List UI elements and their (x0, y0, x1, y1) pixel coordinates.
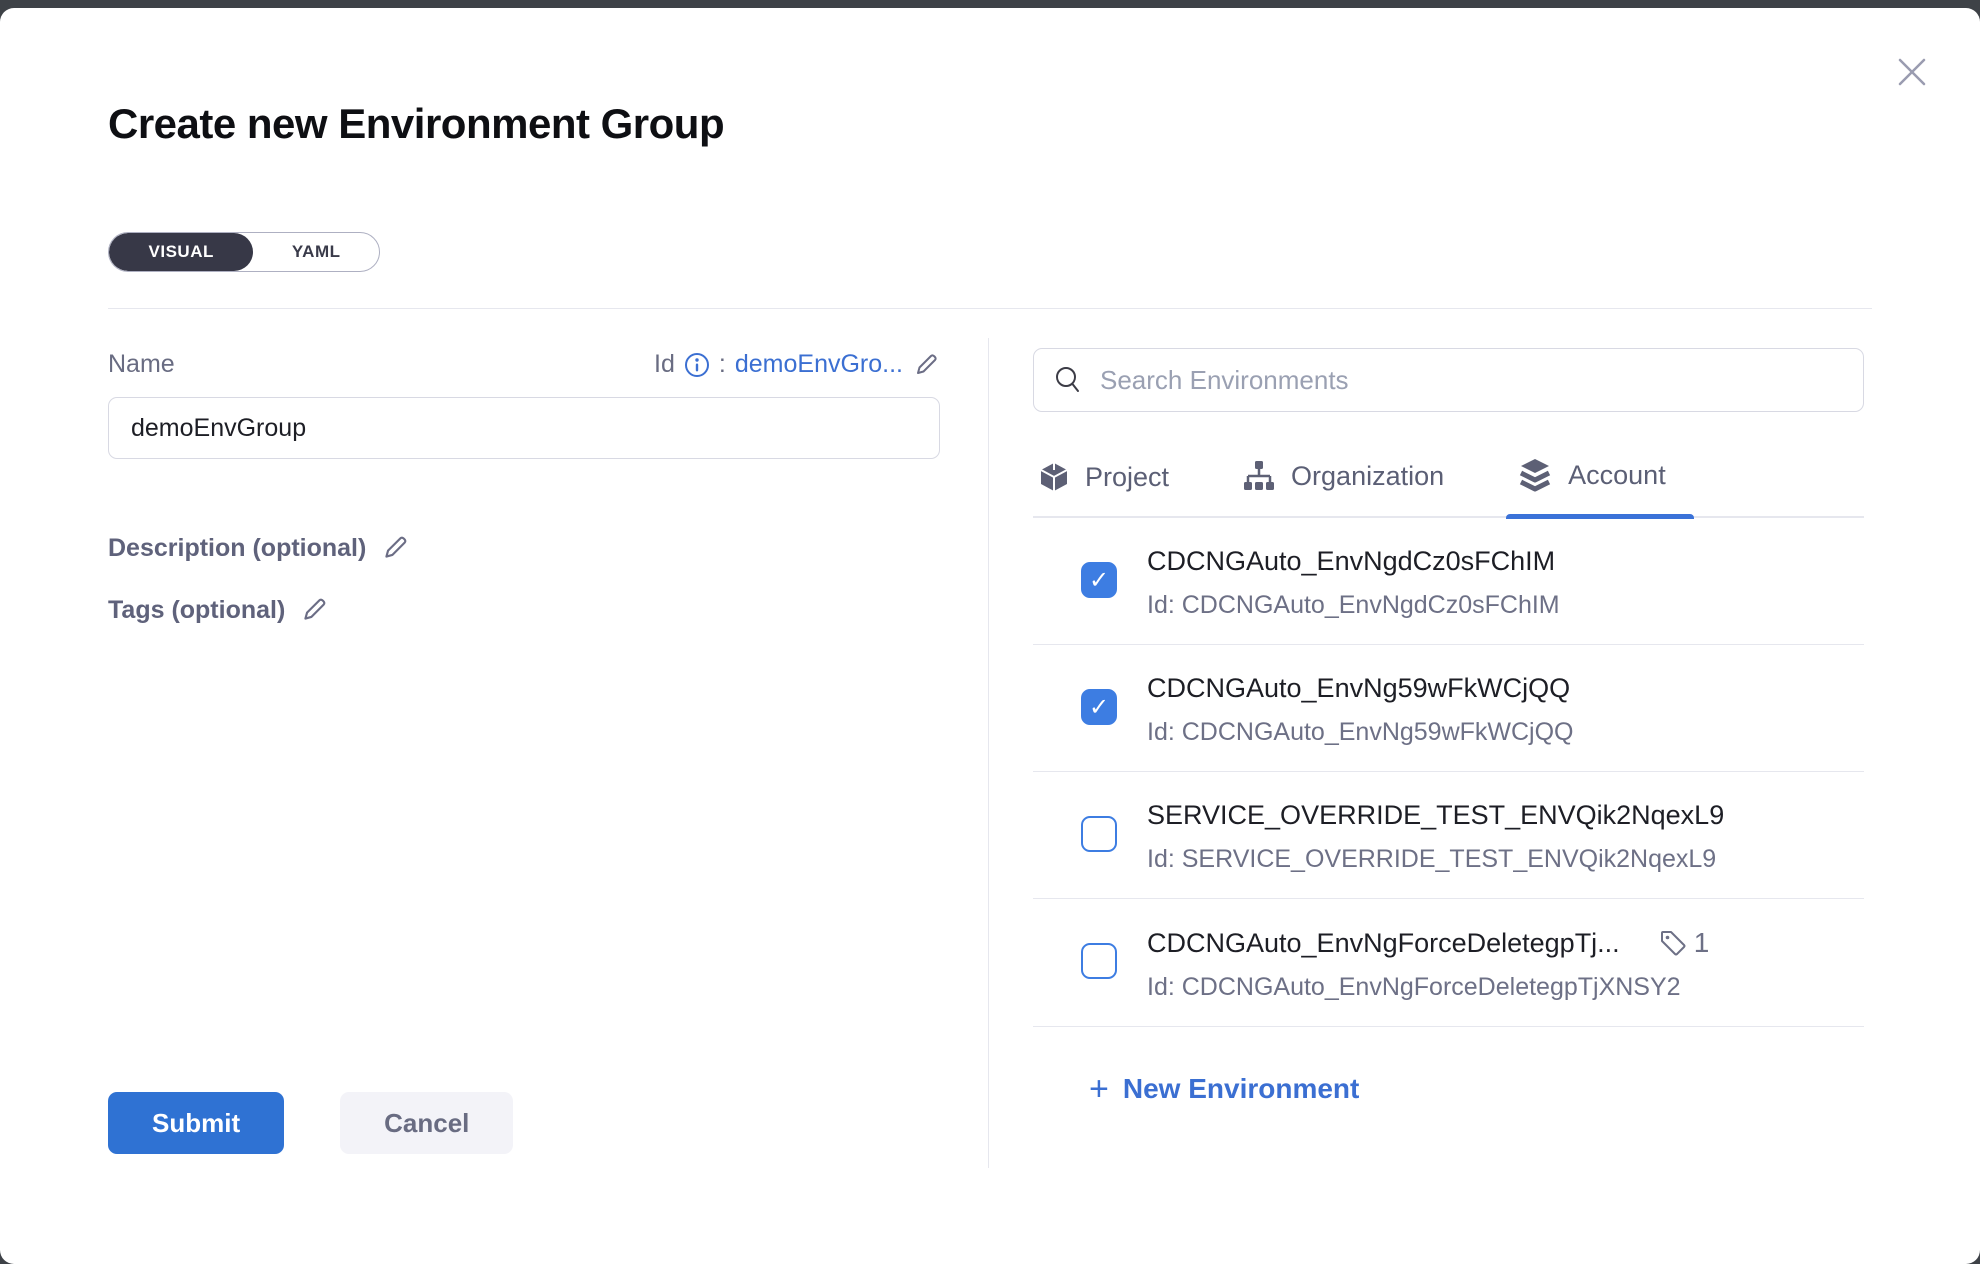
toggle-yaml[interactable]: YAML (253, 233, 379, 271)
new-environment-button[interactable]: + New Environment (1089, 1073, 1359, 1105)
id-label: Id (654, 350, 675, 379)
environment-id: Id: SERVICE_OVERRIDE_TEST_ENVQik2NqexL9 (1147, 845, 1724, 874)
environment-id: Id: CDCNGAuto_EnvNgForceDeletegpTjXNSY2 (1147, 973, 1709, 1002)
page-title: Create new Environment Group (108, 100, 724, 148)
tag-count: 1 (1694, 927, 1710, 959)
toggle-visual[interactable]: VISUAL (109, 233, 253, 271)
environment-name: CDCNGAuto_EnvNg59wFkWCjQQ (1147, 673, 1570, 704)
edit-description-pencil-icon[interactable] (380, 533, 410, 563)
cancel-button[interactable]: Cancel (340, 1092, 513, 1154)
environment-id: Id: CDCNGAuto_EnvNgdCz0sFChIM (1147, 591, 1560, 620)
environment-checkbox[interactable] (1081, 562, 1117, 598)
edit-id-pencil-icon[interactable] (912, 351, 940, 379)
cube-icon (1037, 460, 1071, 494)
header-divider (108, 308, 1872, 309)
environment-name: CDCNGAuto_EnvNgdCz0sFChIM (1147, 546, 1555, 577)
tab-account-label: Account (1568, 460, 1666, 491)
environment-picker-panel: Project (1033, 338, 1868, 1264)
id-colon: : (719, 350, 726, 379)
tab-account[interactable]: Account (1512, 450, 1670, 516)
environment-id: Id: CDCNGAuto_EnvNg59wFkWCjQQ (1147, 718, 1574, 747)
name-input[interactable] (108, 397, 940, 459)
org-chart-icon (1241, 458, 1277, 494)
environment-row[interactable]: SERVICE_OVERRIDE_TEST_ENVQik2NqexL9 Id: … (1033, 772, 1864, 899)
column-divider (988, 338, 989, 1168)
tags-label: Tags (optional) (108, 596, 285, 625)
environment-row[interactable]: CDCNGAuto_EnvNg59wFkWCjQQ Id: CDCNGAuto_… (1033, 645, 1864, 772)
tags-badge: 1 (1658, 927, 1710, 959)
submit-button[interactable]: Submit (108, 1092, 284, 1154)
tab-project[interactable]: Project (1033, 454, 1173, 516)
environment-row[interactable]: CDCNGAuto_EnvNgForceDeletegpTj... 1 Id: … (1033, 899, 1864, 1027)
create-environment-group-dialog: Create new Environment Group VISUAL YAML… (0, 8, 1980, 1264)
tab-organization[interactable]: Organization (1237, 452, 1448, 516)
form-panel: Name Id : demoEnvGro... (108, 338, 946, 1264)
environment-checkbox[interactable] (1081, 816, 1117, 852)
info-icon[interactable] (684, 352, 710, 378)
environment-group-id-link[interactable]: demoEnvGro... (735, 350, 903, 379)
environment-name: CDCNGAuto_EnvNgForceDeletegpTj... (1147, 928, 1620, 959)
description-label: Description (optional) (108, 534, 366, 563)
name-label: Name (108, 350, 175, 379)
tab-organization-label: Organization (1291, 461, 1444, 492)
environment-name: SERVICE_OVERRIDE_TEST_ENVQik2NqexL9 (1147, 800, 1724, 831)
tag-icon (1658, 928, 1688, 958)
environment-checkbox[interactable] (1081, 943, 1117, 979)
environment-checkbox[interactable] (1081, 689, 1117, 725)
search-icon (1053, 365, 1083, 395)
search-environments-input[interactable] (1033, 348, 1864, 412)
environment-row[interactable]: CDCNGAuto_EnvNgdCz0sFChIM Id: CDCNGAuto_… (1033, 518, 1864, 645)
tab-project-label: Project (1085, 462, 1169, 493)
active-tab-underline (1506, 514, 1694, 519)
plus-icon: + (1089, 1075, 1109, 1103)
scope-tabs: Project (1033, 450, 1864, 518)
new-environment-label: New Environment (1123, 1073, 1359, 1105)
visual-yaml-toggle: VISUAL YAML (108, 232, 380, 272)
close-icon[interactable] (1890, 50, 1934, 94)
environment-list: CDCNGAuto_EnvNgdCz0sFChIM Id: CDCNGAuto_… (1033, 518, 1864, 1031)
edit-tags-pencil-icon[interactable] (299, 595, 329, 625)
layers-icon (1516, 456, 1554, 494)
